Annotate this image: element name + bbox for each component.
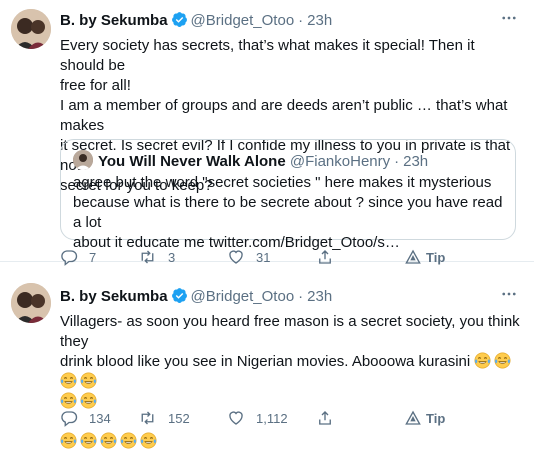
tears-of-joy-emoji xyxy=(60,372,77,389)
avatar[interactable] xyxy=(11,283,51,323)
separator-dot: · xyxy=(298,288,304,305)
verified-badge-icon xyxy=(171,287,188,310)
tears-of-joy-emoji xyxy=(120,432,137,449)
like-icon xyxy=(227,409,245,427)
retweet-icon xyxy=(138,409,157,427)
author-name[interactable]: B. by Sekumba xyxy=(60,288,168,305)
tweet-text: Villagers- as soon you heard free mason … xyxy=(60,312,520,452)
emoji-line xyxy=(60,432,520,452)
quoted-tweet-header: You Will Never Walk Alone @FiankoHenry · 2… xyxy=(73,150,428,172)
more-icon[interactable] xyxy=(498,283,520,305)
tweet-text-line: free for all! xyxy=(60,77,131,94)
share-button[interactable] xyxy=(316,408,334,428)
quoted-text-line: agree but the word "secret societies " h… xyxy=(73,174,492,191)
quoted-tweet[interactable]: You Will Never Walk Alone @FiankoHenry · 2… xyxy=(60,139,516,251)
tip-button[interactable]: Tip xyxy=(405,408,445,428)
tweet-2[interactable]: B. by Sekumba @Bridget_Otoo · 23h Villagers… xyxy=(0,263,534,449)
author-name[interactable]: B. by Sekumba xyxy=(60,12,168,29)
tears-of-joy-emoji xyxy=(80,372,97,389)
retweet-count: 152 xyxy=(168,410,190,426)
like-button[interactable]: 1,112 xyxy=(227,408,288,428)
like-count: 1,112 xyxy=(256,410,288,426)
tweet-text-line: I am a member of groups and are deeds ar… xyxy=(60,97,508,134)
quoted-author-name: You Will Never Walk Alone xyxy=(98,153,286,170)
tears-of-joy-emoji xyxy=(140,432,157,449)
tweet-text-line: Villagers- as soon you heard free mason … xyxy=(60,313,520,350)
separator-dot: · xyxy=(394,153,400,170)
author-handle[interactable]: @Bridget_Otoo xyxy=(191,288,295,305)
retweet-button[interactable]: 152 xyxy=(138,408,190,428)
tears-of-joy-emoji xyxy=(474,352,491,369)
tears-of-joy-emoji xyxy=(80,432,97,449)
more-icon[interactable] xyxy=(498,7,520,29)
tip-icon xyxy=(405,410,421,426)
author-handle[interactable]: @Bridget_Otoo xyxy=(191,12,295,29)
tears-of-joy-emoji xyxy=(494,352,511,369)
tears-of-joy-emoji xyxy=(60,432,77,449)
timestamp[interactable]: 23h xyxy=(307,288,332,305)
avatar[interactable] xyxy=(11,9,51,49)
tweet-header: B. by Sekumba @Bridget_Otoo · 23h xyxy=(60,287,520,307)
quoted-text-line: because what is there to be secrete abou… xyxy=(73,194,503,231)
tweet-text-line: Every society has secrets, that’s what m… xyxy=(60,37,475,74)
quoted-timestamp: 23h xyxy=(403,153,429,170)
tweet-actions: 134 152 1,112 Tip xyxy=(60,408,480,428)
tears-of-joy-emoji xyxy=(80,392,97,409)
reply-icon xyxy=(60,409,78,427)
emoji-run xyxy=(60,432,160,450)
share-icon xyxy=(316,409,334,427)
quoted-author-handle: @FiankoHenry xyxy=(289,153,391,170)
tweet-header: B. by Sekumba @Bridget_Otoo · 23h xyxy=(60,11,520,31)
reply-count: 134 xyxy=(89,410,111,426)
quoted-avatar xyxy=(73,150,93,170)
tears-of-joy-emoji xyxy=(60,392,77,409)
tip-label: Tip xyxy=(426,410,446,426)
verified-badge-icon xyxy=(171,11,188,34)
tweet-text-line-with-emoji: drink blood like you see in Nigerian mov… xyxy=(60,352,520,392)
separator-dot: · xyxy=(298,12,304,29)
timestamp[interactable]: 23h xyxy=(307,12,332,29)
tweet-1[interactable]: B. by Sekumba @Bridget_Otoo · 23h Every soc… xyxy=(0,0,534,266)
reply-button[interactable]: 134 xyxy=(60,408,111,428)
tweet-text-line: drink blood like you see in Nigerian mov… xyxy=(60,353,471,370)
tears-of-joy-emoji xyxy=(100,432,117,449)
quoted-tweet-text: agree but the word "secret societies " h… xyxy=(73,173,503,253)
